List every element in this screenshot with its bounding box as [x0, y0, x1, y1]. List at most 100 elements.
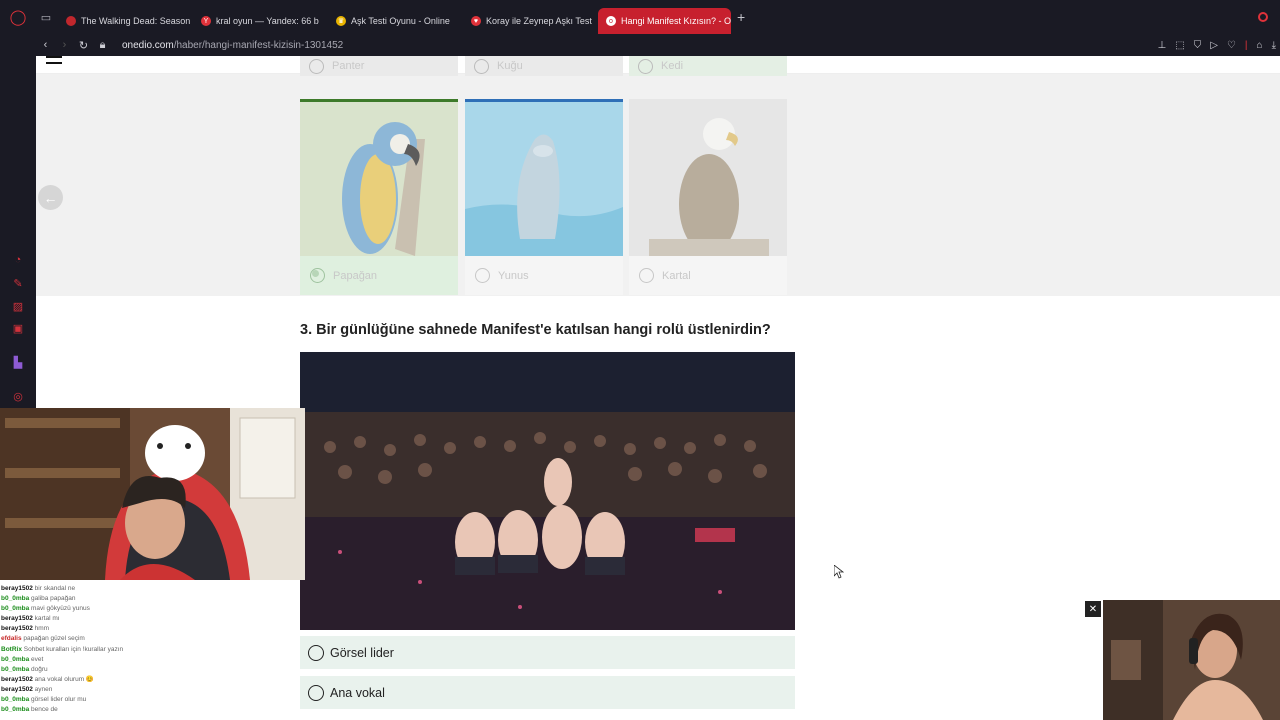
option-label: Papağan — [333, 269, 378, 282]
heart-icon[interactable]: ♡ — [1227, 40, 1236, 51]
tab-favicon-icon — [66, 16, 76, 26]
chat-username[interactable]: b0_0mba — [1, 656, 29, 663]
mouse-cursor-icon — [834, 565, 844, 579]
tab-overview-icon[interactable]: ▭ — [36, 11, 56, 24]
chat-username[interactable]: beray1502 — [1, 615, 33, 622]
chat-username[interactable]: beray1502 — [1, 625, 33, 632]
chat-username[interactable]: b0_0mba — [1, 706, 29, 713]
forward-icon[interactable]: › — [55, 39, 74, 51]
browser-tab[interactable]: o Hangi Manifest Kızısın? - O — [598, 8, 731, 34]
pinboard-icon[interactable]: ▨ — [11, 300, 25, 314]
chat-text: kartal mı — [34, 615, 60, 623]
tab-title: The Walking Dead: Season — [81, 16, 191, 26]
chat-message: efdalis papağan güzel seçim — [1, 634, 305, 644]
tab-title: Hangi Manifest Kızısın? - O — [621, 16, 731, 26]
option-panter[interactable]: Panter — [300, 56, 458, 76]
option-yunus[interactable]: Yunus — [465, 99, 623, 295]
chat-message: BotRix Sohbet kuralları için !kurallar y… — [1, 645, 305, 655]
opera-logo-icon[interactable]: ◯ — [0, 0, 36, 34]
chat-message: beray1502 aynen — [1, 685, 305, 695]
browser-tab[interactable]: Ykral oyun — Yandex: 66 b — [193, 8, 326, 34]
question-3-title: 3. Bir günlüğüne sahnede Manifest'e katı… — [300, 322, 771, 338]
chat-text: galiba papağan — [31, 595, 76, 603]
chat-username[interactable]: BotRix — [1, 646, 22, 653]
option-label: Kartal — [662, 269, 691, 282]
download-icon[interactable]: ⤓ — [1272, 40, 1276, 51]
radio-icon — [474, 58, 489, 74]
chat-message: b0_0mba bence de — [1, 705, 305, 715]
menu-icon[interactable] — [46, 56, 62, 64]
tab-favicon-icon: ♛ — [336, 16, 346, 26]
browser-tab[interactable]: The Walking Dead: Season — [58, 8, 191, 34]
chat-username[interactable]: b0_0mba — [1, 666, 29, 673]
vpn-shield-icon[interactable]: ⛉ — [1194, 40, 1202, 51]
chat-username[interactable]: b0_0mba — [1, 696, 29, 703]
account-icon[interactable]: ⌂ — [1257, 40, 1263, 51]
chat-text: Sohbet kuralları için !kurallar yazın — [23, 645, 124, 653]
settings-icon[interactable]: ◎ — [11, 390, 25, 404]
option-label-row: Papağan — [300, 256, 458, 295]
chat-username[interactable]: b0_0mba — [1, 605, 29, 612]
radio-icon — [475, 268, 490, 283]
radio-selected-icon — [310, 268, 325, 283]
chat-message: b0_0mba evet — [1, 655, 305, 665]
chat-text: ana vokal olurum 😊 — [34, 675, 95, 683]
snapshot-icon[interactable]: ⬚ — [1175, 40, 1184, 51]
chat-text: evet — [31, 655, 44, 663]
option-label: Yunus — [498, 269, 529, 282]
url-domain: onedio.com — [122, 39, 174, 51]
stream-chat: beray1502 bir skandal ne b0_0mba galiba p… — [0, 580, 305, 720]
browser-tab[interactable]: ♥ Koray ile Zeynep Aşkı Test — [463, 8, 596, 34]
chat-text: hmm — [34, 625, 50, 633]
radio-icon — [309, 58, 324, 74]
url-field[interactable]: onedio.com/haber/hangi-manifest-kizisin-… — [122, 40, 343, 51]
option-kugu[interactable]: Kuğu — [465, 56, 623, 76]
answer-gorsel-lider[interactable]: Görsel lider — [300, 636, 795, 669]
tab-favicon-icon: o — [606, 16, 616, 26]
messenger-icon[interactable]: ✎ — [11, 277, 25, 291]
player-icon[interactable]: ▷ — [1210, 40, 1218, 51]
browser-sidebar: ◔ ✎ ▨ ▣ ▙ ◎ — [0, 34, 36, 414]
dolphin-image — [465, 99, 623, 256]
chat-text: görsel lider olur mu — [31, 696, 87, 704]
eagle-image — [629, 99, 787, 256]
chat-username[interactable]: b0_0mba — [1, 595, 29, 602]
back-icon[interactable]: ‹ — [36, 39, 55, 51]
twitch-icon[interactable]: ▙ — [11, 356, 25, 370]
chat-username[interactable]: efdalis — [1, 635, 22, 642]
tab-title: Aşk Testi Oyunu - Online — [351, 16, 450, 26]
close-ad-button[interactable]: ✕ — [1085, 601, 1101, 617]
floating-video-ad[interactable] — [1103, 600, 1280, 720]
chat-text: aynen — [34, 685, 53, 693]
search-tabs-icon[interactable] — [1258, 12, 1268, 22]
chat-message: beray1502 ana vokal olurum 😊 — [1, 675, 305, 685]
scroll-back-arrow-icon[interactable]: ← — [38, 185, 63, 210]
chat-message: beray1502 bir skandal ne — [1, 584, 305, 594]
option-label: Kedi — [661, 60, 684, 72]
chat-message: beray1502 hmm — [1, 624, 305, 634]
option-kartal[interactable]: Kartal — [629, 99, 787, 295]
chat-username[interactable]: beray1502 — [1, 585, 33, 592]
option-label-row: Yunus — [465, 256, 623, 295]
tab-favicon-icon: ♥ — [471, 16, 481, 26]
reload-icon[interactable]: ↻ — [74, 39, 93, 52]
option-label: Kuğu — [497, 60, 523, 72]
chat-text: bence de — [31, 706, 58, 714]
new-tab-button[interactable]: + — [737, 9, 745, 25]
chat-message: b0_0mba galiba papağan — [1, 594, 305, 604]
radio-icon — [639, 268, 654, 283]
pin-icon[interactable]: ⊥ — [1158, 40, 1167, 51]
chat-message: b0_0mba görsel lider olur mu — [1, 695, 305, 705]
history-icon[interactable]: ◔ — [11, 254, 25, 268]
answer-ana-vokal[interactable]: Ana vokal — [300, 676, 795, 709]
answer-label: Görsel lider — [330, 645, 394, 660]
browser-tab[interactable]: ♛ Aşk Testi Oyunu - Online — [328, 8, 461, 34]
option-papagan[interactable]: Papağan — [300, 99, 458, 295]
tab-title: kral oyun — Yandex: 66 b — [216, 16, 319, 26]
option-kedi[interactable]: Kedi — [629, 56, 787, 76]
concert-stage-image — [300, 352, 795, 630]
player-sidebar-icon[interactable]: ▣ — [11, 322, 25, 336]
chat-username[interactable]: beray1502 — [1, 676, 33, 683]
chat-username[interactable]: beray1502 — [1, 686, 33, 693]
option-label: Panter — [332, 60, 365, 72]
